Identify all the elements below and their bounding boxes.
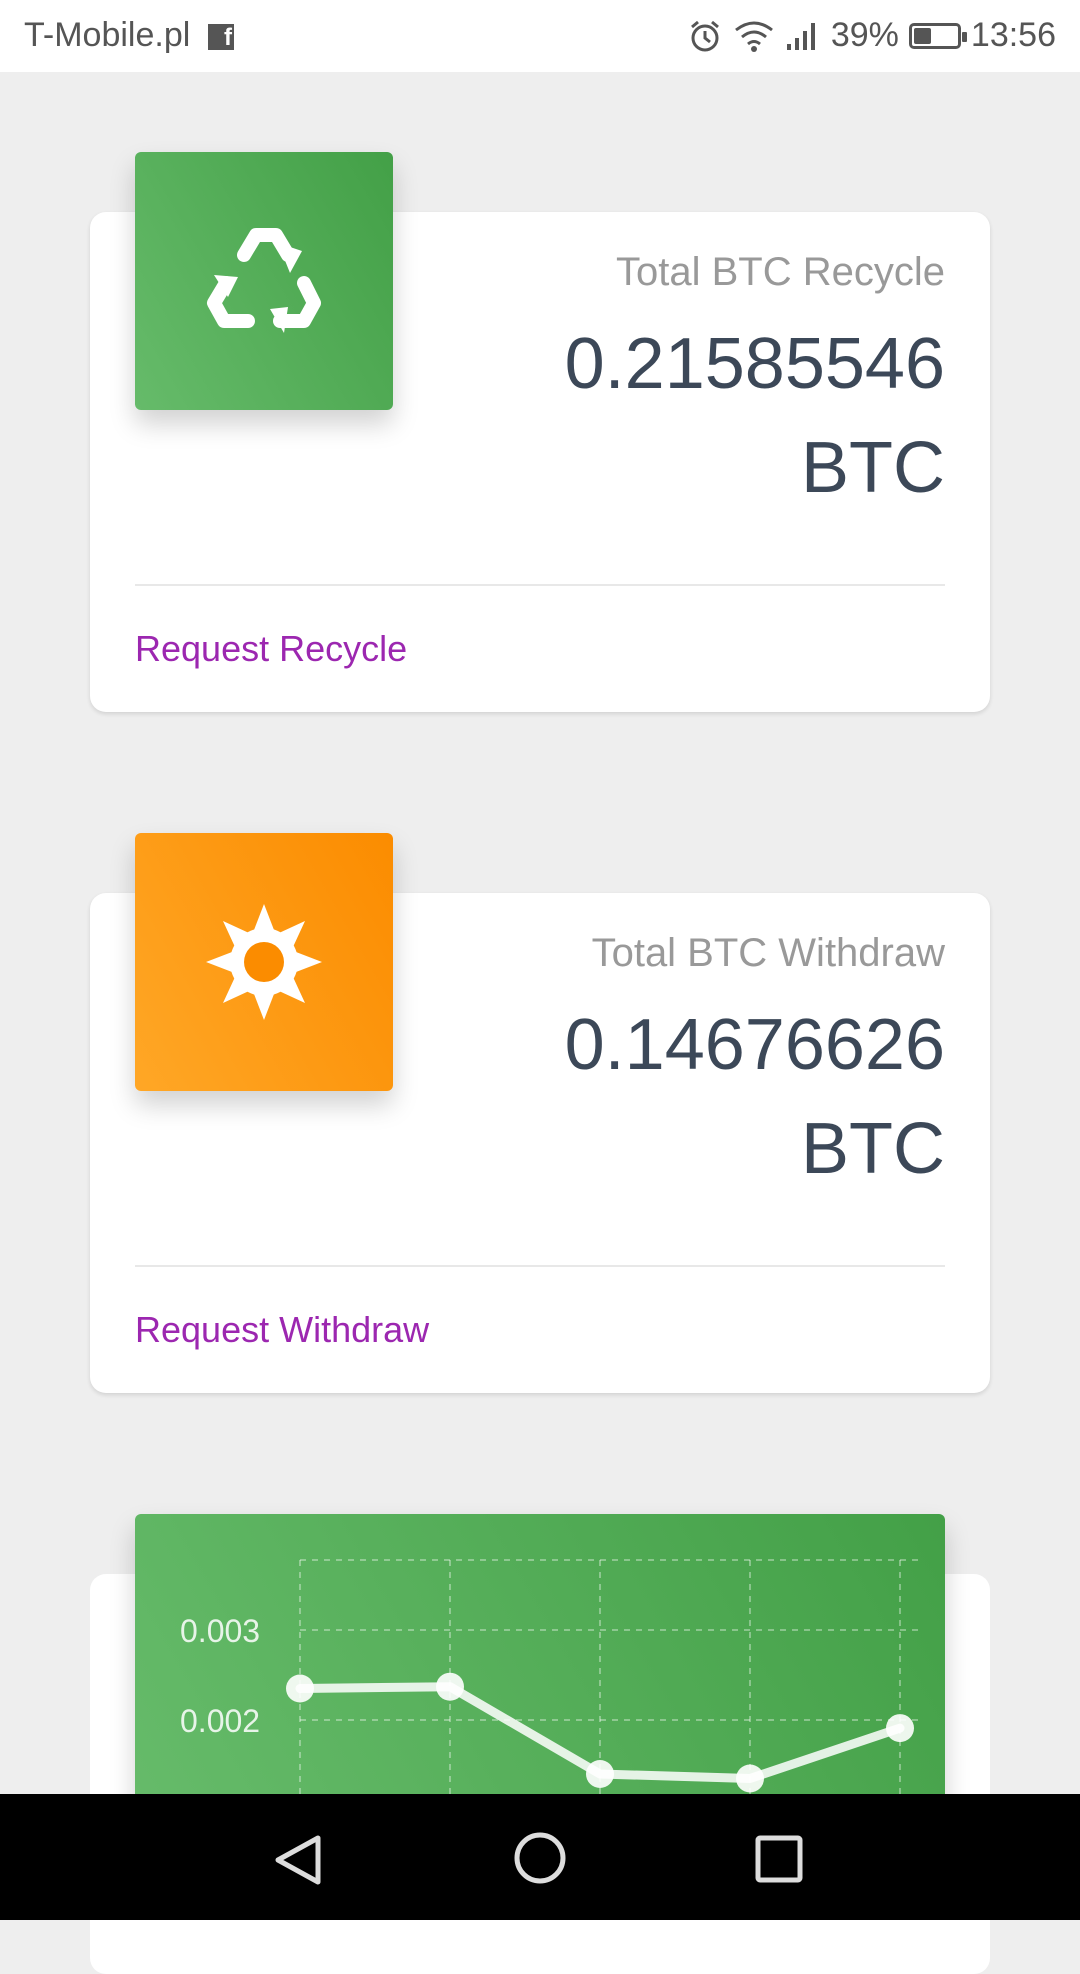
clock: 13:56 — [970, 16, 1056, 54]
data-point — [286, 1674, 314, 1703]
recycle-amount: 0.21585546 — [564, 324, 945, 404]
data-point — [586, 1760, 614, 1788]
battery-icon — [908, 22, 967, 49]
y-tick-label: 0.002 — [180, 1703, 260, 1739]
recycle-card-title: Total BTC Recycle — [616, 250, 945, 294]
carrier-name: T-Mobile.pl — [24, 16, 191, 54]
recycle-unit: BTC — [801, 428, 945, 508]
card-divider — [135, 584, 945, 586]
recycle-icon — [207, 228, 321, 333]
status-icons: 39% 13:56 — [687, 16, 1056, 55]
battery-percent: 39% — [830, 16, 899, 54]
signal-icon — [786, 22, 815, 50]
sun-icon — [206, 904, 322, 1020]
withdraw-amount: 0.14676626 — [564, 1005, 945, 1085]
recents-icon[interactable] — [752, 1832, 808, 1888]
wifi-icon — [734, 21, 773, 52]
card-divider — [135, 1265, 945, 1267]
chart-panel: 0.003 0.002 — [135, 1514, 945, 1814]
request-withdraw-link[interactable]: Request Withdraw — [135, 1309, 429, 1351]
data-point — [736, 1764, 764, 1793]
back-icon[interactable] — [270, 1832, 326, 1888]
status-bar: T-Mobile.pl f 39% 13:56 — [0, 0, 1080, 72]
data-point — [436, 1672, 464, 1701]
withdraw-card-title: Total BTC Withdraw — [591, 931, 945, 975]
request-recycle-link[interactable]: Request Recycle — [135, 628, 407, 670]
data-point — [886, 1714, 914, 1743]
recycle-icon-tile — [135, 152, 393, 410]
navigation-bar — [0, 1794, 1080, 1920]
y-tick-label: 0.003 — [180, 1613, 260, 1649]
recycle-card-value: 0.21585546 BTC — [445, 312, 945, 520]
home-icon[interactable] — [512, 1830, 568, 1886]
withdraw-unit: BTC — [801, 1109, 945, 1189]
line-chart: 0.003 0.002 — [180, 1559, 920, 1794]
facebook-icon: f — [208, 24, 234, 50]
withdraw-card-value: 0.14676626 BTC — [445, 993, 945, 1201]
sun-icon-tile — [135, 833, 393, 1091]
alarm-icon — [690, 20, 719, 51]
